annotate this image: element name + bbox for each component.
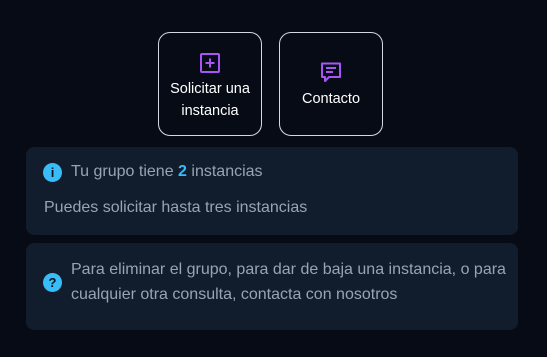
request-instance-label: Solicitar una instancia — [170, 80, 250, 119]
help-row: ? Para eliminar el grupo, para dar de ba… — [43, 257, 511, 307]
info-icon: i — [43, 162, 62, 182]
message-icon — [321, 62, 341, 82]
help-text: Para eliminar el grupo, para dar de baja… — [71, 261, 506, 303]
instances-limit-note: Puedes solicitar hasta tres instancias — [44, 199, 308, 216]
action-buttons: Solicitar una instancia Contacto — [158, 32, 383, 136]
help-card: ? Para eliminar el grupo, para dar de ba… — [26, 243, 518, 330]
plus-square-icon — [200, 52, 220, 73]
instances-info-card: i Tu grupo tiene 2 instancias Puedes sol… — [26, 147, 518, 235]
instances-suffix: instancias — [191, 163, 263, 180]
contact-button[interactable]: Contacto — [279, 32, 383, 136]
instances-count: 2 — [178, 163, 187, 180]
instances-prefix: Tu grupo tiene — [71, 163, 174, 180]
question-icon: ? — [43, 272, 62, 292]
request-instance-button[interactable]: Solicitar una instancia — [158, 32, 262, 136]
contact-label: Contacto — [301, 91, 361, 107]
instances-count-row: i Tu grupo tiene 2 instancias — [43, 161, 263, 183]
instances-count-text: Tu grupo tiene 2 instancias — [71, 161, 263, 183]
